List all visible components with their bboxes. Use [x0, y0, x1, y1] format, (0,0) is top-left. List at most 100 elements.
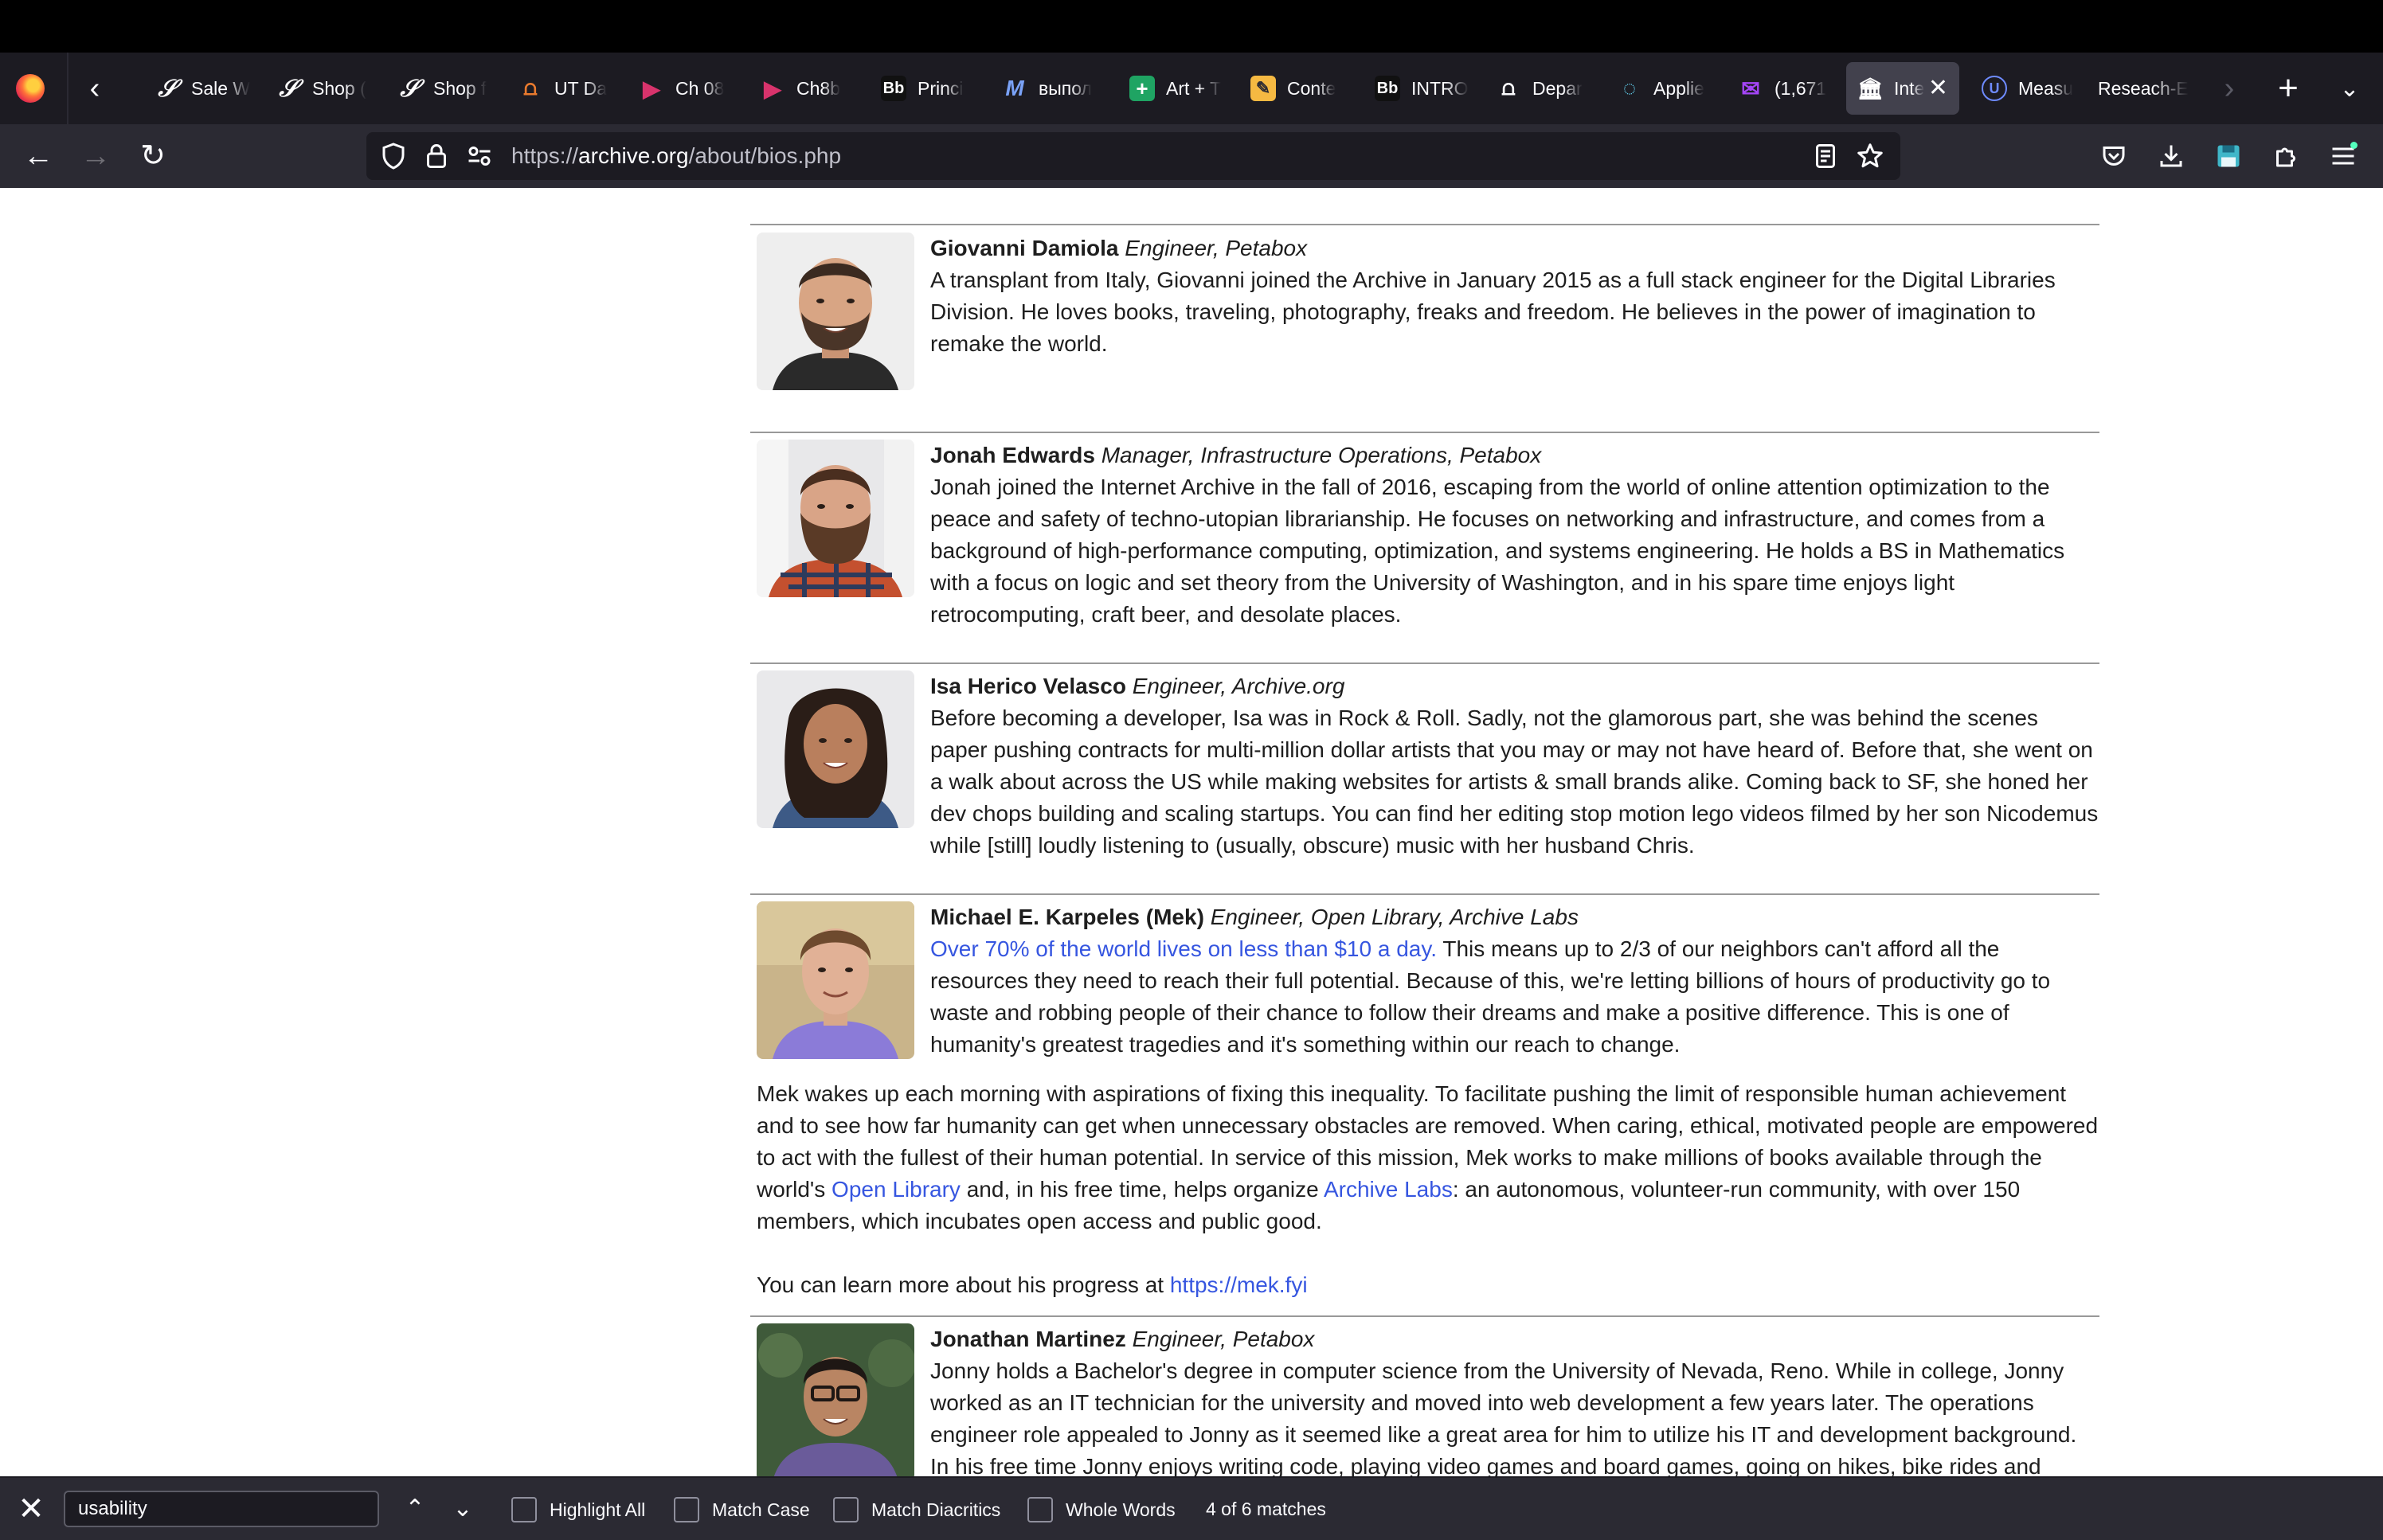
firefox-logo-icon[interactable] [16, 74, 45, 103]
entry-divider [750, 893, 2099, 895]
tab-close-icon[interactable]: ✕ [1928, 75, 1948, 102]
back-icon[interactable]: ← [18, 135, 59, 177]
tab-shop-1[interactable]: 𝒮 Shop ( [264, 62, 384, 115]
u-logo-icon: U [1982, 76, 2007, 101]
menu-hamburger-icon[interactable] [2329, 142, 2358, 170]
extensions-puzzle-icon[interactable] [2271, 142, 2300, 170]
whole-words-checkbox[interactable]: Whole Words [1027, 1497, 1176, 1522]
script-s-icon: 𝒮 [279, 74, 298, 103]
reader-view-icon[interactable] [1811, 142, 1840, 170]
tab-shop-2[interactable]: 𝒮 Shop f [385, 62, 505, 115]
mail-icon: ✉ [1741, 76, 1760, 101]
bio-heading: Isa Herico Velasco Engineer, Archive.org [930, 670, 1344, 702]
navigation-toolbar: ← → ↻ https://archive.org/about/bios.php [0, 124, 2383, 188]
bio-text: Jonah joined the Internet Archive in the… [930, 475, 2065, 627]
mek-fyi-link[interactable]: https://mek.fyi [1170, 1272, 1308, 1297]
highlight-all-checkbox[interactable]: Highlight All [511, 1497, 645, 1522]
bio-role: Engineer, Archive.org [1132, 674, 1345, 698]
permissions-icon[interactable] [465, 142, 494, 170]
entry-divider [750, 432, 2099, 433]
tab-applie[interactable]: ◌ Applie [1606, 62, 1725, 115]
script-s-icon: 𝒮 [158, 74, 177, 103]
checkbox-box[interactable] [1027, 1497, 1053, 1522]
bio-text: Before becoming a developer, Isa was in … [930, 706, 2099, 858]
archive-icon: 🏛︎ [1857, 76, 1884, 100]
portrait-giovanni [757, 233, 914, 390]
reload-icon[interactable]: ↻ [132, 135, 174, 177]
tab-vypol[interactable]: M выпол [991, 62, 1110, 115]
tab-conte[interactable]: ✎ Conte [1239, 62, 1359, 115]
bio-role: Engineer, Open Library, Archive Labs [1210, 905, 1579, 929]
portrait-mek [757, 901, 914, 1059]
lock-icon[interactable] [422, 142, 451, 170]
match-diacritics-checkbox[interactable]: Match Diacritics [833, 1497, 1000, 1522]
tab-ut-da[interactable]: ⩍ UT Da [507, 62, 626, 115]
play-icon: ▶ [643, 76, 660, 101]
bio-heading: Jonathan Martinez Engineer, Petabox [930, 1323, 1314, 1355]
find-match-status: 4 of 6 matches [1206, 1499, 1326, 1519]
tab-bar: ‹ 𝒮 Sale W 𝒮 Shop ( 𝒮 Shop f ⩍ UT Da ▶ C… [0, 53, 2383, 124]
url-path: /about/bios.php [688, 143, 842, 168]
bookmark-star-icon[interactable] [1856, 142, 1884, 170]
forward-icon[interactable]: → [75, 135, 116, 177]
url-scheme: https:// [511, 143, 579, 168]
checkbox-box[interactable] [833, 1497, 859, 1522]
tab-princi[interactable]: Bb Princi [870, 62, 989, 115]
tab-scroll-left-icon[interactable]: ‹ [76, 70, 113, 107]
notes-icon: ✎ [1250, 76, 1276, 101]
bio-text: A transplant from Italy, Giovanni joined… [930, 268, 2056, 356]
list-all-tabs-icon[interactable]: ⌄ [2332, 72, 2367, 107]
entry-divider [750, 663, 2099, 664]
find-input[interactable] [64, 1491, 379, 1527]
bio-name: Isa Herico Velasco [930, 674, 1126, 698]
tab-internet-archive[interactable]: 🏛︎ Inte ✕ [1846, 62, 1959, 115]
portrait-jonathan [757, 1323, 914, 1476]
tab-mail[interactable]: ✉ (1,671 [1727, 62, 1846, 115]
tab-scroll-right-icon[interactable]: › [2211, 70, 2248, 107]
close-icon[interactable]: ✕ [14, 1492, 48, 1526]
save-extension-icon[interactable] [2214, 142, 2243, 170]
url-domain: archive.org [578, 143, 689, 168]
bio-paragraph-text: and, in his free time, helps organize [960, 1177, 1324, 1202]
tab-sale[interactable]: 𝒮 Sale W [143, 62, 263, 115]
open-library-link[interactable]: Open Library [832, 1177, 961, 1202]
bio-paragraph: Mek wakes up each morning with aspiratio… [757, 1078, 2103, 1237]
ut-tower-icon: ⩍ [1501, 76, 1516, 100]
script-s-icon: 𝒮 [400, 74, 419, 103]
portrait-jonah [757, 440, 914, 597]
portrait-photo [757, 670, 914, 828]
entry-divider [750, 224, 2099, 225]
loading-icon: ◌ [1622, 76, 1637, 100]
match-case-checkbox[interactable]: Match Case [674, 1497, 810, 1522]
tab-ch08[interactable]: ▶ Ch 08 [628, 62, 747, 115]
tab-measu[interactable]: U Measu [1970, 62, 2090, 115]
tracking-protection-shield-icon[interactable] [379, 142, 408, 170]
tab-reseach[interactable]: Reseach-E [2090, 62, 2209, 115]
tab-ch8b[interactable]: ▶ Ch8b [749, 62, 868, 115]
pocket-icon[interactable] [2099, 142, 2128, 170]
bio-heading: Michael E. Karpeles (Mek) Engineer, Open… [930, 901, 1579, 933]
entry-divider [750, 1315, 2099, 1317]
downloads-icon[interactable] [2157, 142, 2185, 170]
checkbox-label: Match Case [712, 1499, 810, 1520]
bio-name: Jonah Edwards [930, 443, 1095, 467]
find-next-icon[interactable]: ⌄ [444, 1491, 481, 1527]
tab-art[interactable]: + Art + T [1118, 62, 1238, 115]
bio-role: Engineer, Petabox [1132, 1327, 1315, 1351]
checkbox-box[interactable] [511, 1497, 537, 1522]
bio-name: Jonathan Martinez [930, 1327, 1126, 1351]
portrait-photo [757, 901, 914, 1059]
archive-labs-link[interactable]: Archive Labs [1324, 1177, 1453, 1202]
portrait-photo [757, 233, 914, 390]
bio-role: Manager, Infrastructure Operations, Peta… [1101, 443, 1542, 467]
find-previous-icon[interactable]: ⌃ [397, 1491, 433, 1527]
checkbox-box[interactable] [674, 1497, 699, 1522]
url-text[interactable]: https://archive.org/about/bios.php [511, 142, 841, 170]
tab-intro[interactable]: Bb INTRO [1364, 62, 1483, 115]
portrait-isa [757, 670, 914, 828]
bio-role: Engineer, Petabox [1125, 236, 1308, 260]
url-bar[interactable]: https://archive.org/about/bios.php [366, 132, 1900, 180]
tab-depar[interactable]: ⩍ Depar [1485, 62, 1604, 115]
new-tab-icon[interactable]: + [2268, 68, 2308, 108]
poverty-statistic-link[interactable]: Over 70% of the world lives on less than… [930, 936, 1437, 961]
